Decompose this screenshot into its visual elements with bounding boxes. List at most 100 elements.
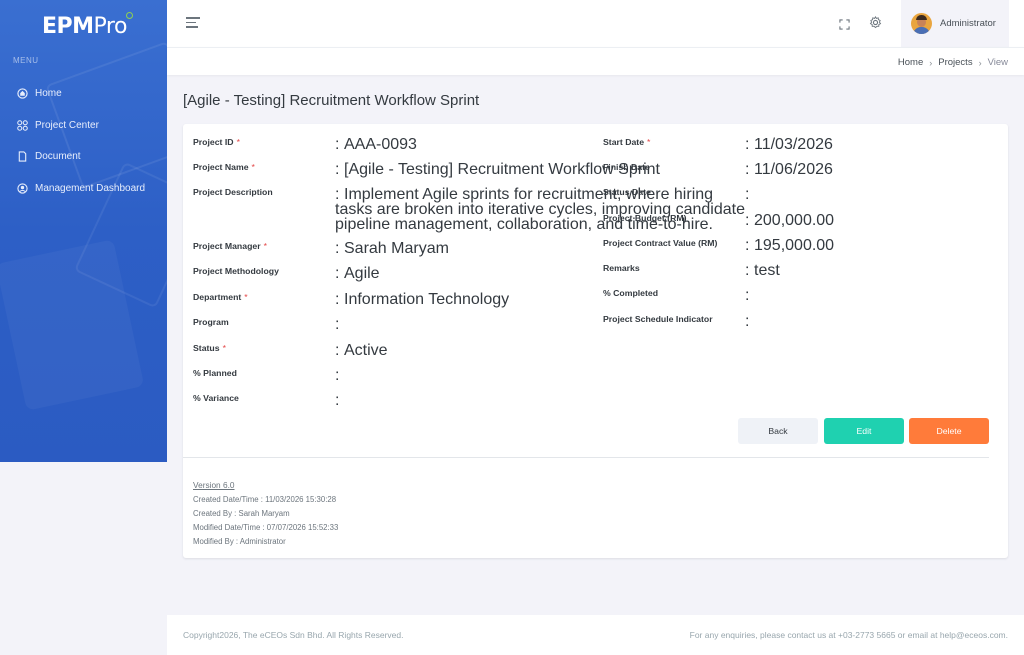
sidebar-item-home[interactable]: Home — [0, 78, 167, 110]
field-project-id: Project ID * — [193, 137, 240, 147]
sidebar-item-project-center[interactable]: Project Center — [0, 110, 167, 142]
project-details-card: Project ID * : AAA-0093 Project Name * : [… — [183, 124, 1008, 558]
field-label: % Completed — [603, 288, 659, 298]
field-project-name: Project Name * — [193, 162, 255, 172]
field-colon: : — [335, 136, 340, 153]
field-finish-date: Finish Date — [603, 162, 650, 172]
field-label: Status Date — [603, 187, 651, 197]
field-colon: : — [745, 237, 750, 254]
required-marker: * — [236, 137, 240, 147]
field-label: Project Description — [193, 187, 273, 197]
logo-bold-text: EPM — [42, 14, 94, 39]
footer: Copyright2026, The eCEOs Sdn Bhd. All Ri… — [167, 615, 1024, 655]
field-label: Department — [193, 292, 242, 302]
sidebar: EPMPro MENU Home Project Center Document… — [0, 0, 167, 462]
field-value: 11/06/2026 — [754, 161, 833, 178]
field-value-line: Implement Agile sprints for recruitment,… — [344, 186, 714, 203]
version-link[interactable]: Version 6.0 — [193, 480, 235, 490]
required-marker: * — [251, 162, 255, 172]
delete-button[interactable]: Delete — [909, 418, 989, 444]
field-label: Remarks — [603, 263, 640, 273]
menu-toggle-icon[interactable] — [186, 17, 200, 31]
field-program: Program — [193, 317, 229, 327]
field-colon: : — [335, 392, 340, 409]
field-label: Project Schedule Indicator — [603, 314, 713, 324]
field-label: Status — [193, 343, 220, 353]
fullscreen-icon[interactable] — [839, 17, 850, 30]
breadcrumb-current: View — [987, 57, 1008, 68]
settings-gear-icon[interactable] — [869, 16, 882, 29]
field-project-contract-value: Project Contract Value (RM) — [603, 238, 717, 248]
breadcrumb-projects[interactable]: Projects — [938, 57, 972, 68]
field-colon: : — [335, 291, 340, 308]
breadcrumb-bar: Home › Projects › View — [167, 47, 1024, 75]
field-colon: : — [335, 240, 340, 257]
brand-logo[interactable]: EPMPro — [42, 12, 133, 39]
sidebar-nav: Home Project Center Document Management … — [0, 78, 167, 204]
field-label: Project Contract Value (RM) — [603, 238, 718, 248]
required-marker: * — [244, 292, 248, 302]
created-date: Created Date/Time : 11/03/2026 15:30:28 — [193, 495, 337, 504]
field-value: 200,000.00 — [754, 212, 835, 229]
field-department: Department * — [193, 292, 248, 302]
field-label: % Variance — [193, 393, 239, 403]
field-value: Information Technology — [344, 291, 510, 308]
page-title: [Agile - Testing] Recruitment Workflow S… — [183, 92, 480, 109]
field-value: Sarah Maryam — [344, 240, 449, 257]
sidebar-item-label: Management Dashboard — [35, 182, 146, 194]
logo-light-text: Pro — [93, 14, 128, 39]
field-status-date: Status Date — [603, 187, 651, 197]
back-button[interactable]: Back — [738, 418, 818, 444]
field-value: Active — [344, 342, 388, 359]
home-icon — [17, 88, 28, 99]
footer-copyright: Copyright2026, The eCEOs Sdn Bhd. All Ri… — [183, 630, 404, 640]
user-menu[interactable]: Administrator — [901, 0, 1009, 47]
avatar — [911, 13, 932, 34]
field-value: 195,000.00 — [754, 237, 835, 254]
sidebar-item-document[interactable]: Document — [0, 141, 167, 173]
footer-contact: For any enquiries, please contact us at … — [689, 630, 1008, 640]
edit-button[interactable]: Edit — [824, 418, 904, 444]
grid-icon — [17, 119, 28, 131]
field-label: Project Methodology — [193, 266, 279, 276]
field-label: Program — [193, 317, 229, 327]
field-value: AAA-0093 — [344, 136, 417, 153]
sidebar-item-label: Project Center — [35, 119, 99, 131]
user-circle-icon — [17, 183, 28, 194]
field-project-manager: Project Manager * — [193, 241, 267, 251]
field-value: 11/03/2026 — [754, 136, 833, 153]
sidebar-item-label: Home — [35, 88, 62, 100]
field-colon: : — [335, 265, 340, 282]
field-start-date: Start Date * — [603, 137, 650, 147]
modified-by: Modified By : Administrator — [193, 537, 286, 546]
field-colon: : — [335, 161, 340, 178]
field-label: Start Date — [603, 137, 645, 147]
required-marker: * — [263, 241, 267, 251]
required-marker: * — [222, 343, 226, 353]
field-colon: : — [745, 212, 750, 229]
field-label: Project Manager — [193, 241, 261, 251]
field-project-methodology: Project Methodology — [193, 266, 279, 276]
menu-title: MENU — [13, 56, 39, 65]
field-colon: : — [745, 262, 750, 279]
required-marker: * — [647, 137, 651, 147]
field-value: Agile — [344, 265, 380, 282]
field-remarks: Remarks — [603, 263, 640, 273]
field-label: Project Budget (RM) — [603, 213, 687, 223]
document-icon — [17, 151, 28, 162]
field-status: Status * — [193, 343, 226, 353]
sidebar-item-label: Document — [35, 151, 81, 163]
breadcrumb-home[interactable]: Home — [898, 57, 923, 68]
field-label: Project ID — [193, 137, 234, 147]
field-value: test — [754, 262, 780, 279]
chevron-right-icon: › — [929, 57, 933, 68]
field-percent-planned: % Planned — [193, 368, 237, 378]
field-colon: : — [745, 313, 750, 330]
sidebar-item-management-dashboard[interactable]: Management Dashboard — [0, 173, 167, 205]
field-colon: : — [745, 161, 750, 178]
field-project-schedule-indicator: Project Schedule Indicator — [603, 314, 713, 324]
field-label: Project Name — [193, 162, 249, 172]
field-project-budget: Project Budget (RM) — [603, 213, 687, 223]
breadcrumb: Home › Projects › View — [898, 57, 1008, 68]
field-label: Finish Date — [603, 162, 650, 172]
